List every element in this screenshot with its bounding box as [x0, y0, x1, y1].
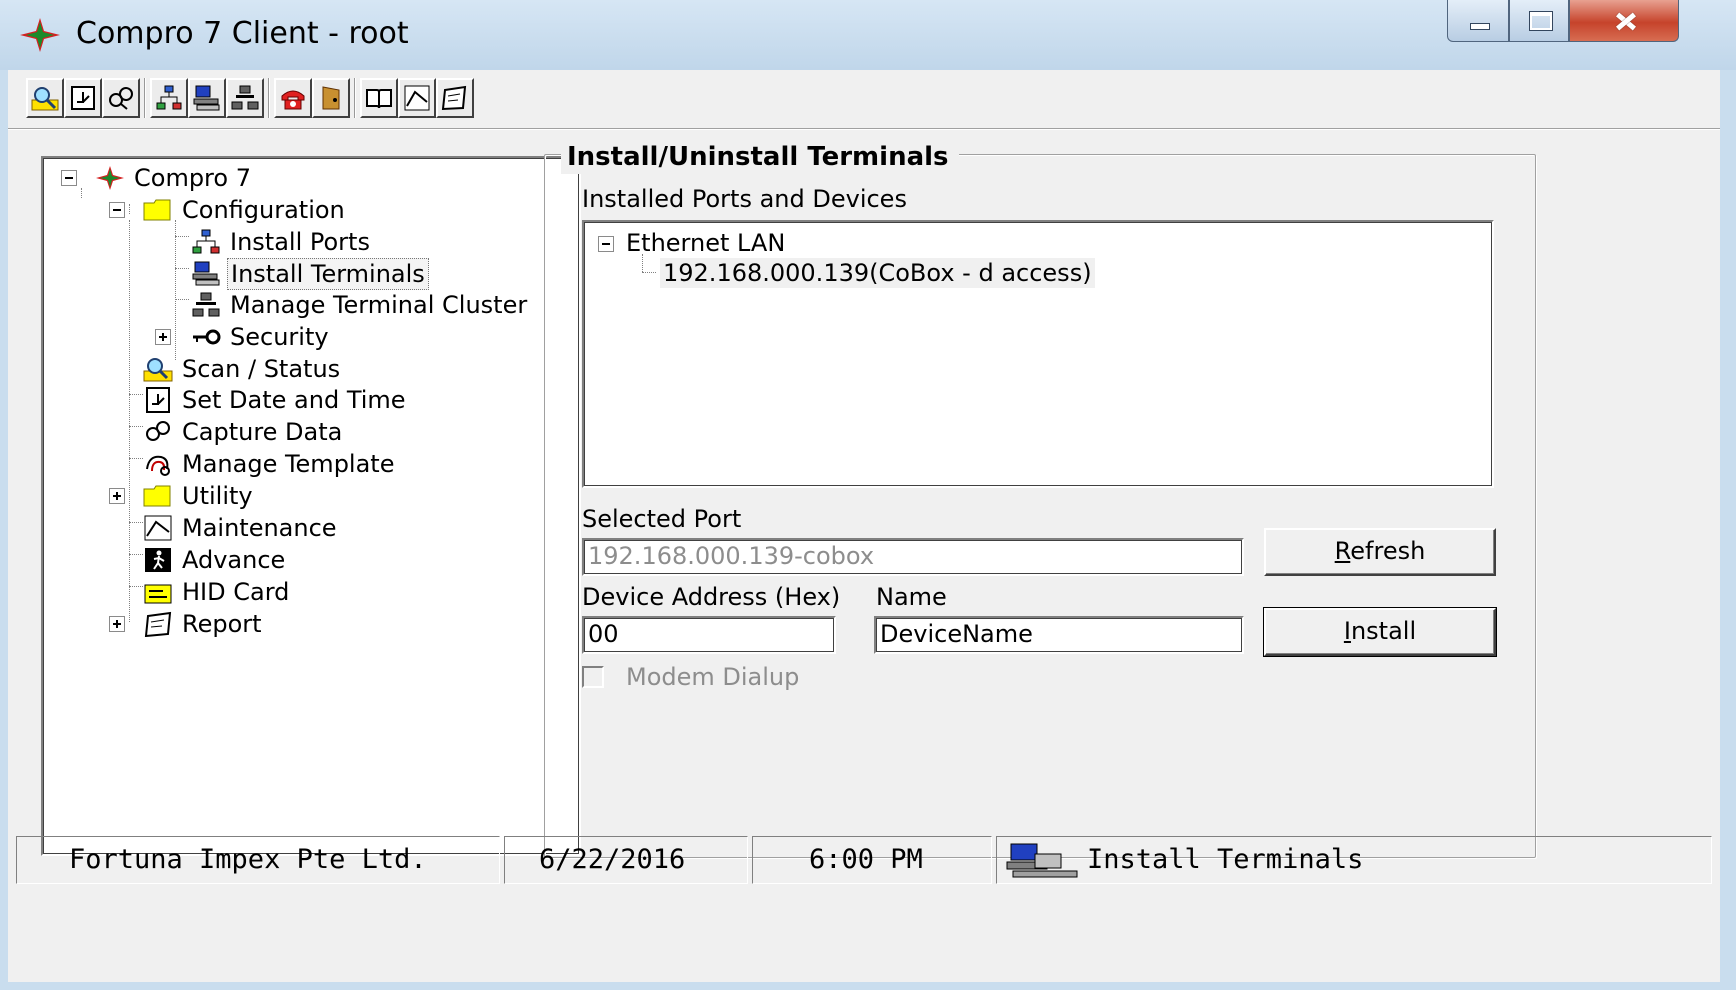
- scan-status-icon: [31, 87, 59, 111]
- fingerprint-template-icon: [146, 455, 170, 476]
- status-bar: Fortuna Impex Pte Ltd. 6/22/2016 6:00 PM…: [8, 836, 1720, 892]
- tree-connector: [642, 254, 643, 272]
- set-date-time-icon: [146, 387, 170, 413]
- toolbar-separator: [268, 78, 270, 118]
- expand-security-expander[interactable]: [155, 329, 171, 345]
- scan-status-button[interactable]: [26, 78, 64, 118]
- toolbar-separator: [144, 78, 146, 118]
- capture-data-icon: [146, 421, 170, 441]
- report-icon: [144, 611, 172, 637]
- install-ports-icon: [156, 85, 182, 110]
- advance-icon: [145, 548, 171, 572]
- modem-button[interactable]: [274, 78, 312, 118]
- manage-terminal-cluster-icon: [231, 85, 259, 110]
- maintenance-icon: [144, 515, 172, 541]
- folder-icon: [143, 485, 171, 507]
- tree-connector: [175, 236, 189, 237]
- device-address-field[interactable]: 00: [582, 616, 836, 654]
- tree-connector: [175, 268, 189, 269]
- access-door-button[interactable]: [312, 78, 350, 118]
- tree-connector: [81, 188, 82, 198]
- groupbox-title: Install/Uninstall Terminals: [561, 140, 959, 174]
- installed-ports-label: Installed Ports and Devices: [582, 185, 907, 213]
- minimize-button[interactable]: [1447, 0, 1509, 42]
- device-node-cobox[interactable]: 192.168.000.139(CoBox - d access): [660, 258, 1095, 288]
- expand-report-expander[interactable]: [109, 616, 125, 632]
- collapse-ethernet-expander[interactable]: [598, 236, 614, 252]
- compro-logo-icon: [96, 166, 124, 190]
- tree-connector: [175, 220, 176, 360]
- help-book-button[interactable]: [360, 78, 398, 118]
- navigation-tree[interactable]: Compro 7 Configuration Install Ports Ins…: [41, 156, 581, 856]
- maximize-button[interactable]: [1509, 0, 1569, 42]
- manage-terminal-cluster-button[interactable]: [226, 78, 264, 118]
- book-help-icon: [366, 89, 392, 109]
- modem-phone-icon: [281, 90, 305, 110]
- port-node-ethernet-lan[interactable]: Ethernet LAN: [626, 228, 785, 258]
- expand-utility-expander[interactable]: [109, 488, 125, 504]
- install-terminals-icon: [193, 85, 220, 111]
- tree-connector: [129, 220, 130, 622]
- install-button[interactable]: Install: [1263, 607, 1497, 657]
- selected-port-field: 192.168.000.139-cobox: [582, 538, 1244, 576]
- tree-connector: [129, 458, 143, 459]
- hid-card-icon: [144, 584, 172, 604]
- install-terminals-button[interactable]: [188, 78, 226, 118]
- set-date-time-button[interactable]: [64, 78, 102, 118]
- tree-connector: [129, 204, 130, 214]
- status-context: Install Terminals: [996, 836, 1712, 884]
- close-button[interactable]: [1569, 0, 1679, 42]
- security-key-icon: [193, 329, 221, 345]
- title-bar[interactable]: Compro 7 Client - root: [0, 0, 1736, 70]
- folder-icon: [143, 199, 171, 221]
- maintenance-button[interactable]: [398, 78, 436, 118]
- collapse-root-expander[interactable]: [61, 170, 77, 186]
- report-icon: [441, 85, 467, 111]
- tree-connector: [129, 554, 143, 555]
- modem-dialup-label: Modem Dialup: [626, 663, 800, 691]
- tree-connector: [175, 299, 189, 300]
- install-ports-button[interactable]: [150, 78, 188, 118]
- application-window: Compro 7 Client - root Compro 7 Configur…: [0, 0, 1736, 990]
- installed-ports-tree[interactable]: Ethernet LAN 192.168.000.139(CoBox - d a…: [582, 220, 1494, 488]
- window-title: Compro 7 Client - root: [76, 16, 409, 51]
- tree-connector: [129, 394, 143, 395]
- compro-logo-icon: [20, 18, 60, 52]
- capture-data-button[interactable]: [102, 78, 140, 118]
- manage-terminal-cluster-icon: [192, 292, 220, 317]
- maintenance-icon: [404, 85, 430, 111]
- collapse-configuration-expander[interactable]: [109, 202, 125, 218]
- modem-dialup-checkbox[interactable]: [582, 666, 604, 688]
- scan-status-icon: [143, 358, 173, 382]
- access-door-icon: [322, 86, 340, 110]
- install-terminals-icon: [1006, 843, 1078, 878]
- set-date-time-icon: [71, 86, 95, 110]
- status-company: Fortuna Impex Pte Ltd.: [16, 836, 500, 884]
- tree-connector: [642, 272, 656, 273]
- device-address-label: Device Address (Hex): [582, 583, 841, 611]
- status-time: 6:00 PM: [752, 836, 992, 884]
- refresh-button[interactable]: Refresh: [1264, 528, 1496, 576]
- install-ports-icon: [192, 229, 220, 254]
- toolbar-separator: [354, 78, 356, 118]
- selected-port-label: Selected Port: [582, 505, 742, 533]
- device-name-field[interactable]: DeviceName: [874, 616, 1244, 654]
- report-button[interactable]: [436, 78, 474, 118]
- name-label: Name: [876, 583, 947, 611]
- status-date: 6/22/2016: [504, 836, 748, 884]
- client-area: Compro 7 Configuration Install Ports Ins…: [8, 70, 1720, 982]
- toolbar-divider: [8, 128, 1720, 130]
- tree-connector: [129, 426, 143, 427]
- capture-data-icon: [109, 87, 133, 110]
- tree-connector: [129, 522, 143, 523]
- tree-connector: [129, 586, 143, 587]
- install-terminals-icon: [192, 261, 220, 286]
